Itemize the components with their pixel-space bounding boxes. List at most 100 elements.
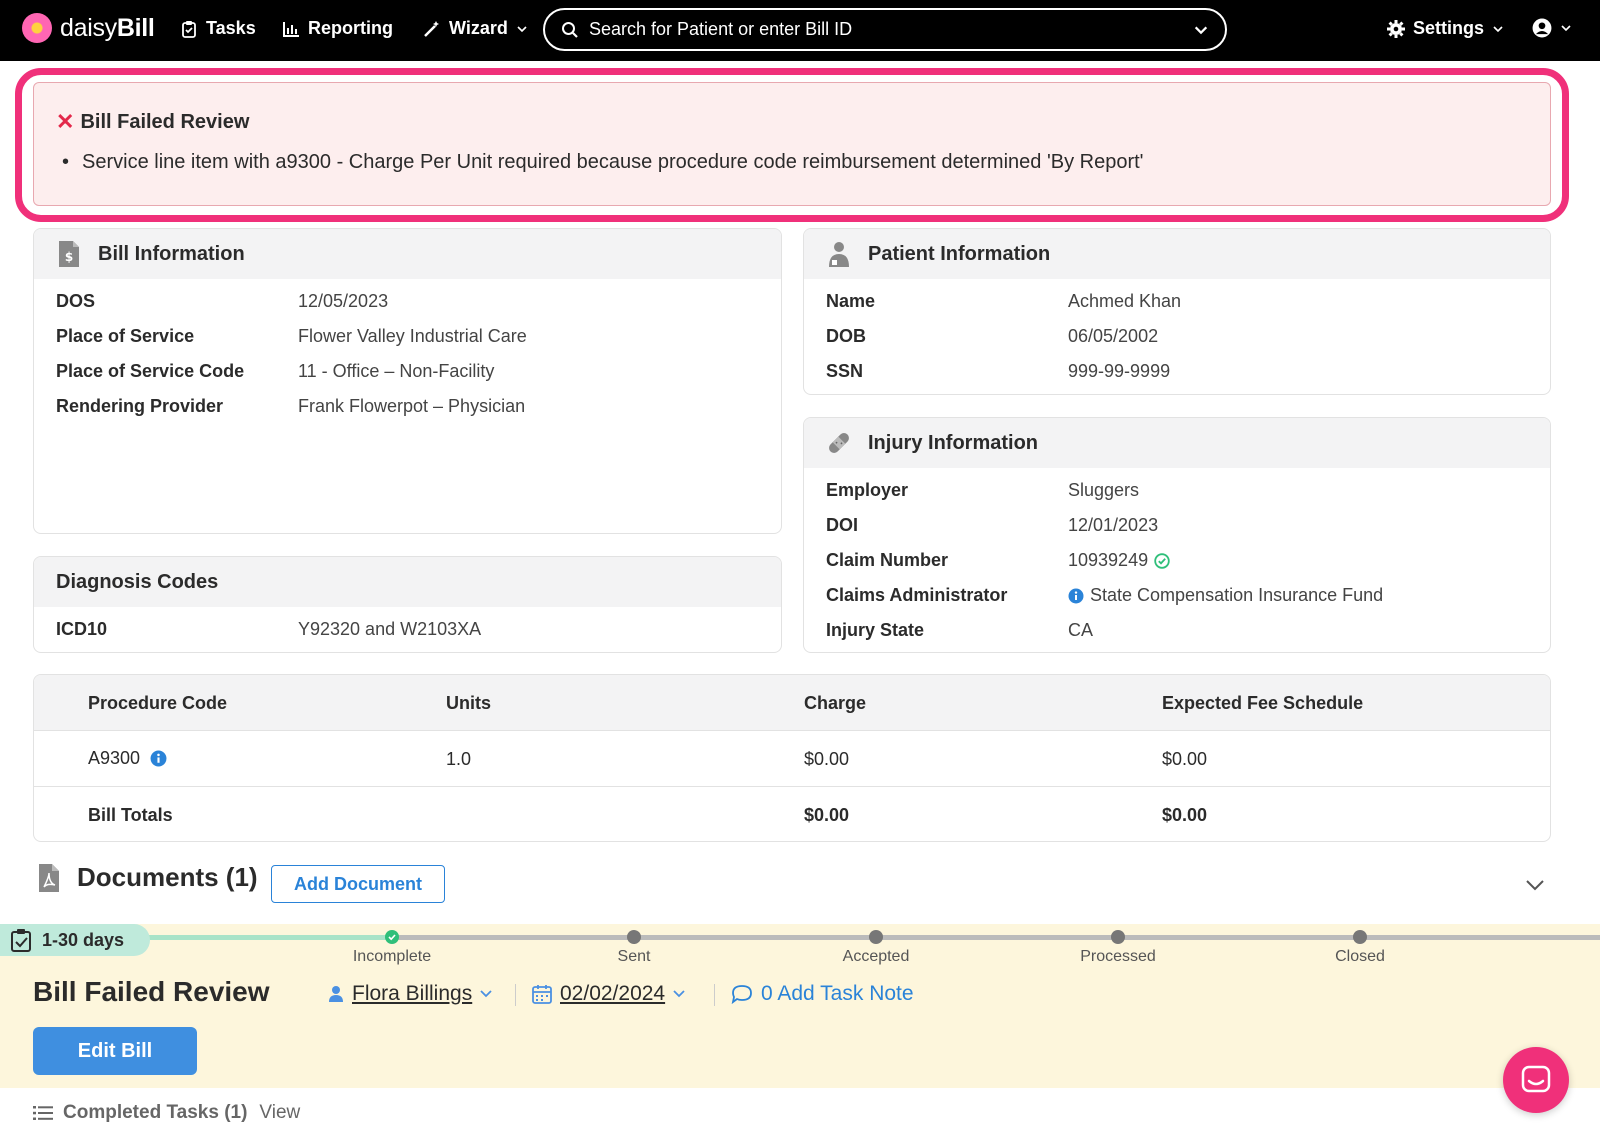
name-value: Achmed Khan [1068,291,1182,311]
procedure-code-value: A9300 [88,748,141,768]
chevron-down-icon [1493,25,1503,32]
name-label: Name [826,291,876,311]
total-expected-fee: $0.00 [1162,805,1208,825]
edit-bill-button[interactable]: Edit Bill [33,1027,197,1075]
search-bar[interactable] [543,8,1227,51]
status-step-incomplete: Incomplete [332,930,452,966]
expected-fee-schedule-header: Expected Fee Schedule [1162,693,1364,713]
employer-value: Sluggers [1068,480,1140,500]
charge-header: Charge [804,693,867,713]
comment-icon [731,985,752,1004]
svg-text:$: $ [65,250,73,264]
assignee-dropdown[interactable]: Flora Billings [328,982,492,1006]
daisybill-logo[interactable]: daisyBill [22,13,155,43]
documents-section-header: Documents (1) [37,862,258,893]
chevron-down-icon [1561,25,1571,32]
diagnosis-codes-list: ICD10 Y92320 and W2103XA [56,619,756,649]
bill-information-title: Bill Information [98,242,245,265]
injury-information-header: Injury Information [804,418,1550,468]
doi-label: DOI [826,515,859,535]
bill-totals-label: Bill Totals [88,805,173,825]
divider [714,984,715,1006]
injury-state-value: CA [1068,620,1094,640]
completed-tasks-label: Completed Tasks (1) [63,1102,248,1123]
user-icon [329,986,343,1002]
divider [515,984,516,1006]
step-label: Accepted [842,948,910,965]
claim-number-row: 10939249 [1068,550,1170,571]
status-step-sent: Sent [574,930,694,966]
info-circle-icon [1068,588,1084,603]
bill-information-header: $ Bill Information [34,229,781,279]
expected-fee-cell: $0.00 [1162,749,1208,769]
place-of-service-value: Flower Valley Industrial Care [298,326,527,346]
days-badge-label: 1-30 days [42,929,125,950]
dob-value: 06/05/2002 [1068,326,1159,346]
view-completed-tasks-link[interactable]: View [259,1102,300,1124]
due-date-dropdown[interactable]: 02/02/2024 [532,982,685,1006]
patient-information-panel: Patient Information Name Achmed Khan DOB… [803,228,1551,395]
close-x-icon: ✕ [56,109,75,134]
units-header: Units [446,693,491,713]
chat-icon [1521,1065,1551,1093]
bill-information-panel: $ Bill Information DOS 12/05/2023 Place … [33,228,782,534]
bill-information-list: DOS 12/05/2023 Place of Service Flower V… [56,291,756,421]
claim-number-value: 10939249 [1068,550,1149,570]
bill-failed-review-alert: ✕ Bill Failed Review Service line item w… [33,82,1551,206]
injury-state-label: Injury State [826,620,925,640]
ssn-label: SSN [826,361,864,381]
chevron-down-icon[interactable] [1525,878,1545,892]
status-step-closed: Closed [1300,930,1420,966]
chat-support-button[interactable] [1503,1047,1569,1113]
place-of-service-code-value: 11 - Office – Non-Facility [298,361,495,381]
diagnosis-codes-panel: Diagnosis Codes ICD10 Y92320 and W2103XA [33,556,782,653]
rendering-provider-label: Rendering Provider [56,396,224,416]
info-circle-icon[interactable] [150,750,167,767]
add-document-button[interactable]: Add Document [271,865,445,903]
brand-name: daisyBill [60,13,155,42]
diagnosis-codes-title: Diagnosis Codes [56,570,219,593]
pdf-file-icon [39,863,59,892]
invoice-document-icon: $ [59,241,79,267]
patient-information-header: Patient Information [804,229,1550,279]
dos-value: 12/05/2023 [298,291,389,311]
add-task-note-link[interactable]: 0 Add Task Note [731,982,914,1006]
total-charge: $0.00 [804,805,850,825]
alert-title: ✕ Bill Failed Review [56,109,249,135]
search-input[interactable] [589,19,1193,40]
claims-administrator-link[interactable]: State Compensation Insurance Fund [1068,585,1383,606]
completed-tasks: Completed Tasks (1) View [33,1102,300,1124]
doi-value: 12/01/2023 [1068,515,1159,535]
procedure-table: Procedure Code Units Charge Expected Fee… [33,674,1551,842]
status-step-processed: Processed [1058,930,1178,966]
table-header-row: Procedure Code Units Charge Expected Fee… [34,675,1550,731]
dos-label: DOS [56,291,96,311]
step-dot [627,930,641,944]
user-menu-dropdown[interactable] [1532,18,1572,38]
nav-reporting[interactable]: Reporting [282,18,393,39]
nav-tasks[interactable]: Tasks [180,18,256,39]
icd10-label: ICD10 [56,619,108,639]
employer-label: Employer [826,480,909,500]
chevron-down-icon [480,990,492,998]
injury-information-list: Employer Sluggers DOI 12/01/2023 Claim N… [826,480,1526,650]
gear-icon [1387,19,1405,38]
step-label: Incomplete [352,948,432,965]
ssn-value: 999-99-9999 [1068,361,1171,381]
injury-information-panel: Injury Information Employer Sluggers DOI… [803,417,1551,653]
nav-wizard-dropdown[interactable]: Wizard [423,18,528,39]
patient-information-list: Name Achmed Khan DOB 06/05/2002 SSN 999-… [826,291,1526,391]
nav-settings-dropdown[interactable]: Settings [1387,18,1504,39]
step-dot [869,930,883,944]
chevron-down-icon [673,990,685,998]
verified-check-icon [1154,552,1170,569]
step-dot [1111,930,1125,944]
dob-label: DOB [826,326,866,346]
task-panel: 1-30 days Incomplete Sent Accepted Proce… [0,924,1600,1088]
procedure-code-cell: A9300 [88,748,167,769]
nav-tasks-label: Tasks [206,18,256,38]
bar-chart-icon [283,21,299,37]
charge-cell: $0.00 [804,749,850,769]
top-navbar: daisyBill Tasks Reporting Wizard Setting… [0,0,1600,61]
chevron-down-icon[interactable] [1193,22,1209,38]
